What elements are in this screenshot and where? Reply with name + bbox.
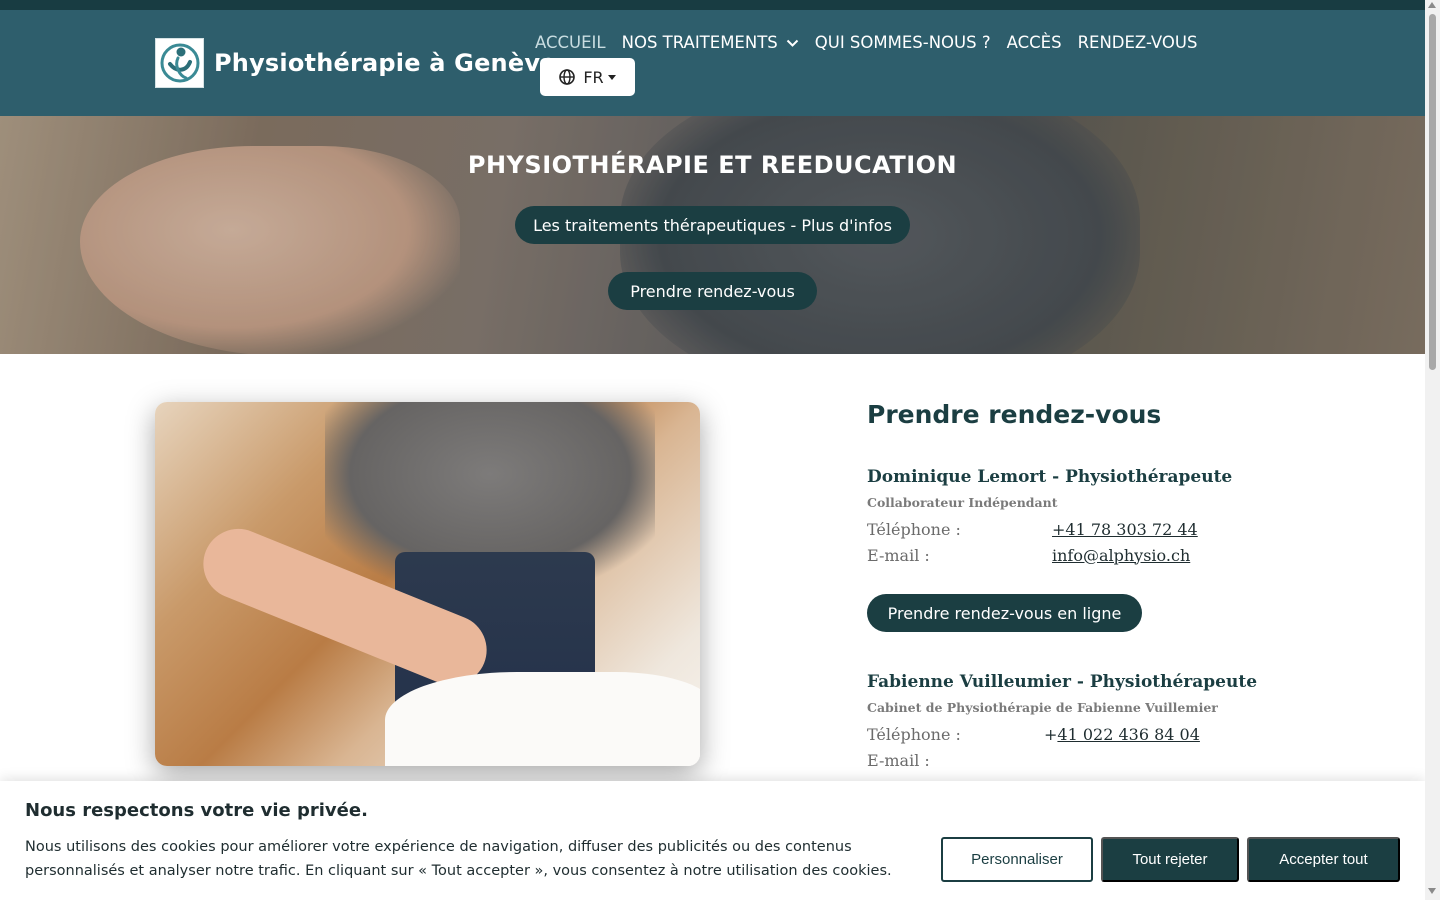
- online-appointment-button[interactable]: Prendre rendez-vous en ligne: [867, 594, 1142, 632]
- nav-item-acces[interactable]: ACCÈS: [1007, 33, 1062, 52]
- email-label: E-mail :: [867, 545, 930, 565]
- therapy-photo: [155, 402, 700, 766]
- scrollbar[interactable]: [1425, 0, 1440, 900]
- phone-label: Téléphone :: [867, 724, 961, 744]
- top-strip: [0, 0, 1425, 10]
- globe-icon: [559, 69, 576, 85]
- chevron-down-icon: [786, 33, 799, 52]
- email-link[interactable]: info@alphysio.ch: [1052, 546, 1190, 565]
- nav-item-nos-traitements[interactable]: NOS TRAITEMENTS: [622, 33, 799, 52]
- physio-figure-logo-icon: [155, 38, 204, 88]
- practitioner-card: Dominique Lemort - Physiothérapeute Coll…: [867, 467, 1387, 632]
- phone-row: Téléphone : + 41 022 436 84 04: [867, 721, 1387, 747]
- accept-all-button[interactable]: Accepter tout: [1247, 837, 1400, 882]
- practitioner-card: Fabienne Vuilleumier - Physiothérapeute …: [867, 672, 1387, 773]
- nav-item-label: NOS TRAITEMENTS: [621, 33, 778, 52]
- scroll-down-arrow-icon[interactable]: [1428, 888, 1436, 894]
- nav-item-rendez-vous[interactable]: RENDEZ-VOUS: [1078, 33, 1198, 52]
- cookie-text: Nous utilisons des cookies pour améliore…: [25, 839, 892, 879]
- nav-item-accueil[interactable]: ACCUEIL: [535, 33, 606, 52]
- caret-down-icon: [607, 74, 616, 80]
- appointment-section: Prendre rendez-vous Dominique Lemort - P…: [867, 400, 1387, 773]
- language-label: FR: [583, 67, 604, 87]
- email-label: E-mail :: [867, 750, 930, 770]
- email-row: E-mail : info@alphysio.ch: [867, 542, 1387, 568]
- phone-row: Téléphone : +41 78 303 72 44: [867, 516, 1387, 542]
- main-nav: ACCUEIL NOS TRAITEMENTS QUI SOMMES-NOUS …: [535, 33, 1213, 52]
- brand-name[interactable]: Physiothérapie à Genève: [214, 49, 557, 77]
- reject-all-button[interactable]: Tout rejeter: [1101, 837, 1239, 882]
- navbar: Physiothérapie à Genève ACCUEIL NOS TRAI…: [0, 10, 1425, 116]
- scrollbar-thumb[interactable]: [1429, 14, 1436, 370]
- appointment-title: Prendre rendez-vous: [867, 400, 1162, 429]
- language-selector[interactable]: FR: [540, 58, 635, 96]
- phone-prefix: +: [1044, 724, 1058, 744]
- practitioner-role: Cabinet de Physiothérapie de Fabienne Vu…: [867, 700, 1218, 715]
- scroll-up-arrow-icon[interactable]: [1428, 2, 1436, 8]
- hero-title: PHYSIOTHÉRAPIE ET REEDUCATION: [467, 151, 958, 179]
- cookie-banner: Nous respectons votre vie privée. Nous u…: [0, 781, 1425, 900]
- treatments-info-button[interactable]: Les traitements thérapeutiques - Plus d'…: [515, 206, 910, 244]
- phone-label: Téléphone :: [867, 519, 961, 539]
- hero-appointment-button[interactable]: Prendre rendez-vous: [608, 272, 817, 310]
- phone-link[interactable]: +41 78 303 72 44: [1052, 520, 1198, 539]
- customize-cookies-button[interactable]: Personnaliser: [941, 837, 1093, 882]
- practitioner-role: Collaborateur Indépendant: [867, 495, 1058, 510]
- email-row: E-mail :: [867, 747, 1387, 773]
- nav-item-qui-sommes-nous[interactable]: QUI SOMMES-NOUS ?: [815, 33, 991, 52]
- hero-banner: PHYSIOTHÉRAPIE ET REEDUCATION Les traite…: [0, 116, 1425, 354]
- cookie-title: Nous respectons votre vie privée.: [25, 800, 368, 821]
- phone-link[interactable]: 41 022 436 84 04: [1057, 725, 1200, 744]
- practitioner-name: Fabienne Vuilleumier - Physiothérapeute: [867, 672, 1258, 692]
- brand[interactable]: Physiothérapie à Genève: [155, 38, 557, 88]
- practitioner-name: Dominique Lemort - Physiothérapeute: [867, 467, 1233, 487]
